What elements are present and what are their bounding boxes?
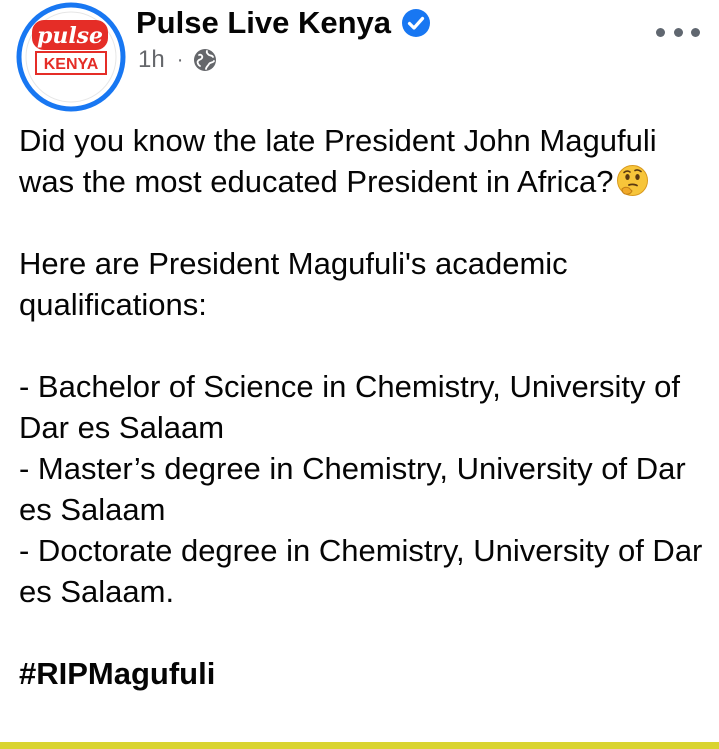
avatar-brand-text: pulse xyxy=(37,23,103,49)
post-meta: 1h · xyxy=(138,46,217,74)
page-name-link[interactable]: Pulse Live Kenya xyxy=(136,5,391,41)
meta-separator: · xyxy=(176,48,184,71)
bottom-divider xyxy=(0,742,719,749)
qualification-item: - Bachelor of Science in Chemistry, Univ… xyxy=(19,369,680,445)
page-avatar[interactable]: pulse KENYA xyxy=(16,2,126,112)
dot-icon xyxy=(656,27,665,37)
avatar-region-text: KENYA xyxy=(44,56,99,73)
dot-icon xyxy=(673,27,683,37)
post-timestamp[interactable]: 1h xyxy=(138,46,165,74)
qualification-item: - Doctorate degree in Chemistry, Univers… xyxy=(19,533,703,609)
thinking-face-emoji-icon xyxy=(616,164,649,197)
facebook-post: pulse KENYA Pulse Live Kenya 1h · Did yo… xyxy=(0,0,719,749)
page-name-row: Pulse Live Kenya xyxy=(136,5,431,41)
verified-badge-icon xyxy=(401,8,431,38)
question-text: Did you know the late President John Mag… xyxy=(19,123,657,199)
globe-icon xyxy=(193,48,217,72)
dot-icon xyxy=(691,27,700,37)
post-text-question: Did you know the late President John Mag… xyxy=(19,120,709,202)
hashtag-link[interactable]: #RIPMagufuli xyxy=(19,656,215,691)
post-body: Did you know the late President John Mag… xyxy=(19,120,709,694)
qualification-item: - Master’s degree in Chemistry, Universi… xyxy=(19,451,686,527)
more-options-icon[interactable] xyxy=(656,20,700,44)
post-text-intro: Here are President Magufuli's academic q… xyxy=(19,246,568,322)
